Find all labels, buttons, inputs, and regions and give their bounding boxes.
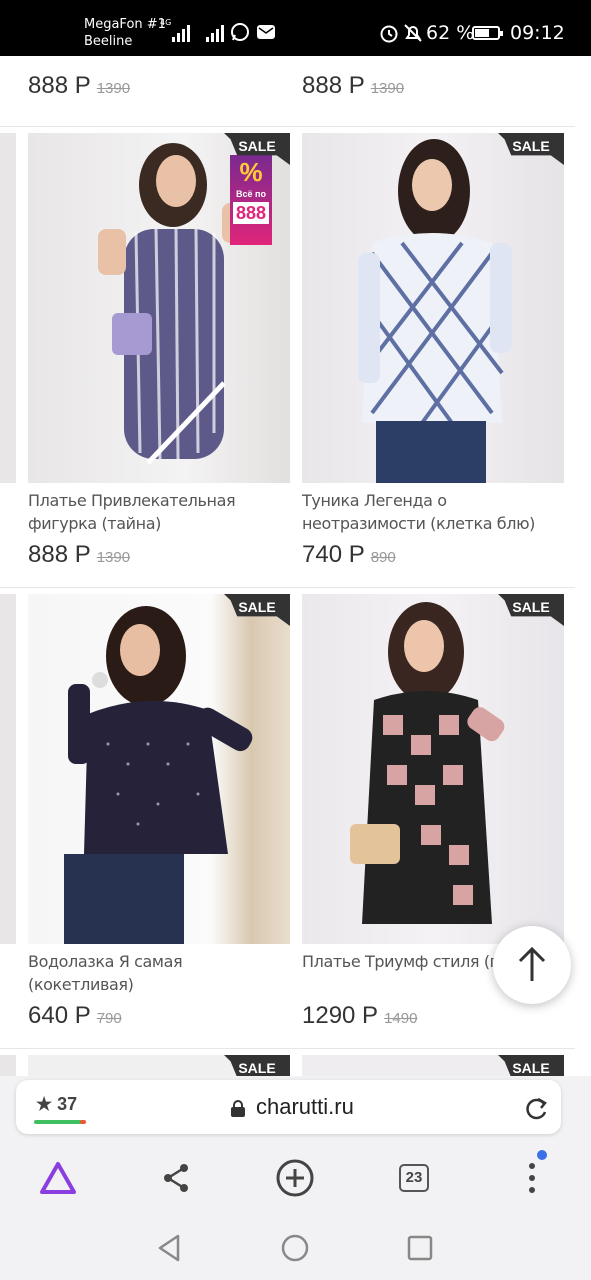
tabs-count: 23 bbox=[399, 1164, 429, 1192]
model-illustration bbox=[350, 602, 505, 924]
old-price: 1390 bbox=[96, 549, 131, 566]
more-vertical-icon bbox=[529, 1163, 535, 1193]
menu-button[interactable] bbox=[512, 1158, 552, 1198]
alice-button[interactable] bbox=[38, 1158, 78, 1198]
product-card[interactable]: SALE bbox=[302, 1055, 564, 1076]
recents-icon[interactable] bbox=[407, 1235, 433, 1261]
price: 888 Р bbox=[302, 72, 365, 99]
carousel-edge bbox=[0, 133, 16, 483]
carrier-info: MegaFon #1 Beeline bbox=[84, 16, 166, 50]
mute-bell-icon bbox=[404, 24, 422, 42]
prev-row-price-1[interactable]: 888 Р 1390 bbox=[28, 72, 130, 100]
notification-dot bbox=[537, 1150, 547, 1160]
carousel-edge bbox=[0, 1055, 16, 1076]
carousel-edge bbox=[0, 594, 16, 944]
price: 640 Р bbox=[28, 1002, 91, 1029]
tabs-button[interactable]: 23 bbox=[394, 1158, 434, 1198]
row-divider bbox=[0, 126, 575, 127]
home-icon[interactable] bbox=[281, 1234, 309, 1262]
badge-percent: % bbox=[239, 157, 263, 187]
product-card[interactable]: % Всё по 888 SALE Платье Привлекательная… bbox=[28, 133, 290, 569]
product-image[interactable]: SALE bbox=[302, 594, 564, 944]
mail-icon bbox=[257, 25, 275, 39]
product-image[interactable]: SALE bbox=[28, 594, 290, 944]
badge-text: Всё по bbox=[236, 189, 266, 199]
price: 888 Р bbox=[28, 541, 91, 568]
product-price: 740 Р 890 bbox=[302, 541, 564, 569]
clock: 09:12 bbox=[510, 22, 565, 44]
system-nav-bar bbox=[0, 1216, 591, 1280]
lock-icon bbox=[231, 1100, 245, 1117]
product-image[interactable]: % Всё по 888 SALE bbox=[28, 133, 290, 483]
row-divider bbox=[0, 587, 575, 588]
arrow-up-icon bbox=[518, 947, 546, 981]
old-price: 1390 bbox=[96, 80, 131, 97]
new-tab-button[interactable] bbox=[275, 1158, 315, 1198]
product-price: 1290 Р 1490 bbox=[302, 1002, 564, 1030]
battery-percent: 62 % bbox=[426, 22, 475, 44]
row-divider bbox=[0, 1048, 575, 1049]
price: 888 Р bbox=[28, 72, 91, 99]
product-grid: 888 Р 1390 888 Р 1390 % Всё по 888 SALE … bbox=[0, 56, 591, 1076]
signal-icon-2 bbox=[206, 22, 224, 42]
old-price: 790 bbox=[96, 1010, 122, 1027]
plus-circle-icon bbox=[276, 1159, 314, 1197]
network-type: 4G bbox=[160, 18, 172, 27]
price: 740 Р bbox=[302, 541, 365, 568]
rating-value: 37 bbox=[57, 1094, 78, 1114]
product-price: 640 Р 790 bbox=[28, 1002, 290, 1030]
product-card[interactable]: SALE Туника Легенда о неотразимости (кле… bbox=[302, 133, 564, 569]
site-rating[interactable]: ★ 37 bbox=[36, 1094, 77, 1115]
battery-icon bbox=[472, 26, 503, 40]
rating-bar bbox=[34, 1120, 86, 1124]
url-text[interactable]: charutti.ru bbox=[256, 1094, 354, 1120]
product-name[interactable]: Туника Легенда о неотразимости (клетка б… bbox=[302, 489, 564, 535]
promo-badge: % Всё по 888 bbox=[230, 155, 272, 245]
star-icon: ★ bbox=[36, 1094, 53, 1114]
old-price: 1390 bbox=[370, 80, 405, 97]
product-image[interactable]: SALE bbox=[302, 1055, 564, 1076]
address-bar-container: ★ 37 charutti.ru bbox=[0, 1076, 591, 1138]
product-card[interactable]: SALE Водолазка Я самая (кокетливая) 640 … bbox=[28, 594, 290, 1030]
product-name[interactable]: Платье Привлекательная фигурка (тайна) bbox=[28, 489, 290, 535]
product-image[interactable]: SALE bbox=[28, 1055, 290, 1076]
product-image[interactable]: SALE bbox=[302, 133, 564, 483]
alice-icon bbox=[40, 1162, 76, 1194]
share-button[interactable] bbox=[156, 1158, 196, 1198]
model-illustration bbox=[358, 139, 512, 483]
reload-icon[interactable] bbox=[524, 1096, 550, 1122]
status-bar: MegaFon #1 Beeline 4G 62 % 09:12 bbox=[0, 0, 591, 56]
scroll-top-button[interactable] bbox=[493, 926, 571, 1004]
carrier-1: MegaFon #1 bbox=[84, 17, 166, 32]
prev-row-price-2[interactable]: 888 Р 1390 bbox=[302, 72, 404, 100]
sale-badge: SALE bbox=[498, 1055, 564, 1076]
carrier-2: Beeline bbox=[84, 34, 133, 49]
product-name[interactable]: Водолазка Я самая (кокетливая) bbox=[28, 950, 290, 996]
old-price: 1490 bbox=[384, 1010, 418, 1027]
signal-icon bbox=[172, 22, 190, 42]
back-icon[interactable] bbox=[156, 1234, 182, 1262]
whatsapp-icon bbox=[231, 23, 249, 41]
badge-number: 888 bbox=[233, 202, 269, 224]
model-illustration bbox=[64, 606, 253, 944]
address-bar[interactable]: ★ 37 charutti.ru bbox=[16, 1080, 561, 1134]
product-price: 888 Р 1390 bbox=[28, 541, 290, 569]
alarm-icon bbox=[380, 25, 398, 43]
old-price: 890 bbox=[370, 549, 396, 566]
browser-toolbar: 23 bbox=[0, 1138, 591, 1216]
price: 1290 Р bbox=[302, 1002, 379, 1029]
share-icon bbox=[164, 1164, 188, 1192]
sale-badge: SALE bbox=[224, 1055, 290, 1076]
product-card[interactable]: SALE bbox=[28, 1055, 290, 1076]
